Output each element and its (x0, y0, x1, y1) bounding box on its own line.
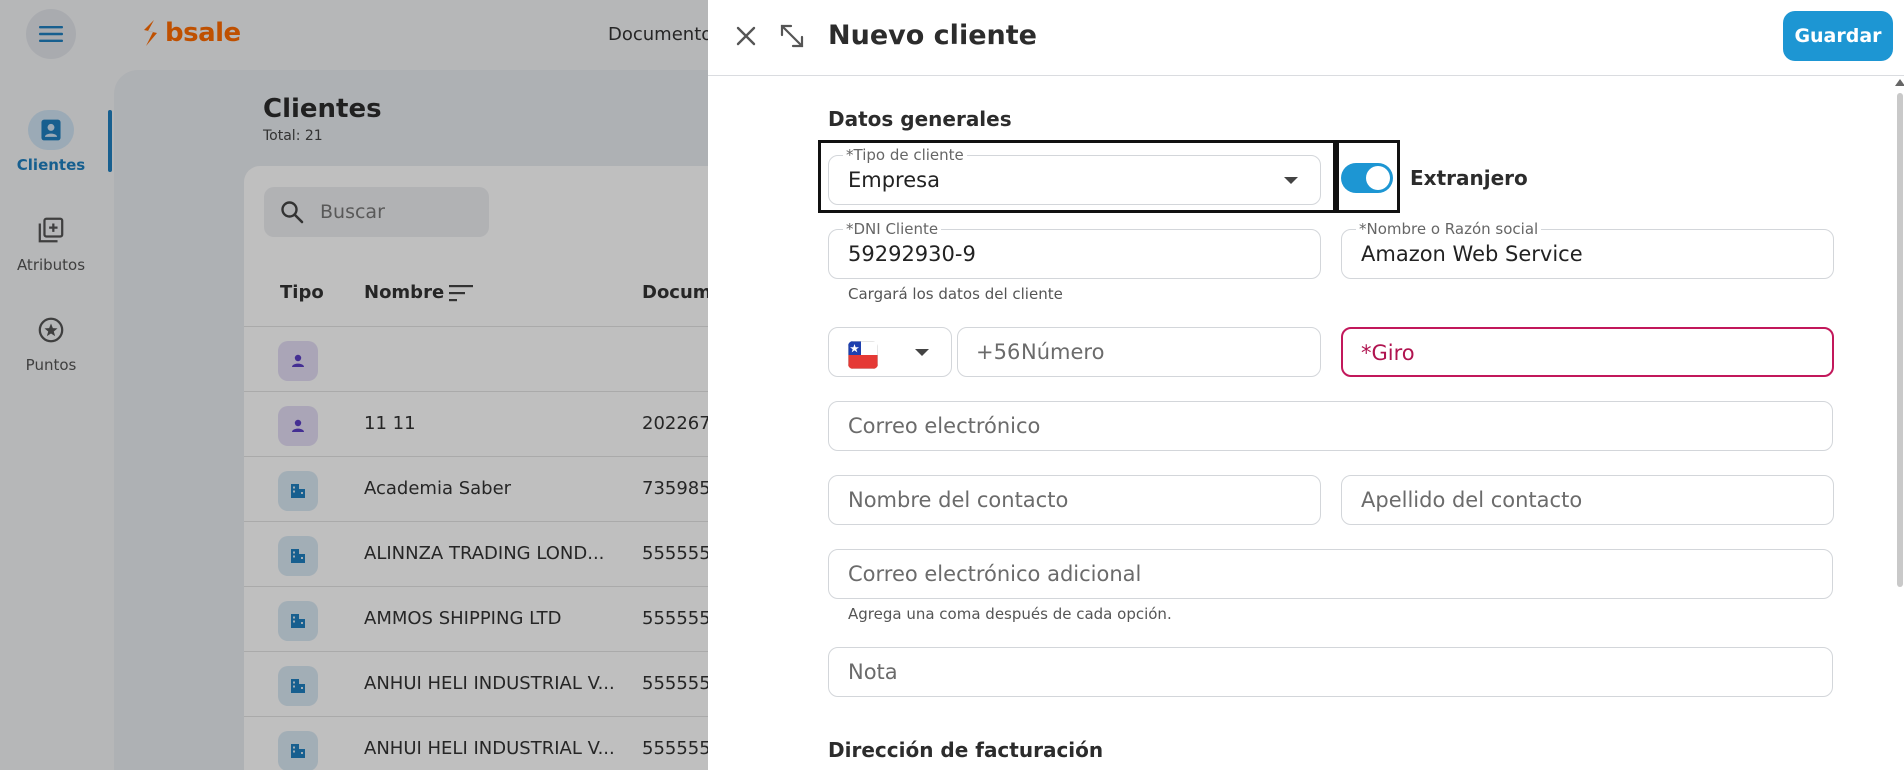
chile-flag-icon (848, 341, 878, 369)
tipo-cliente-label: *Tipo de cliente (843, 147, 967, 163)
additional-email-helper-text: Agrega una coma después de cada opción. (848, 605, 1172, 623)
contact-last-name-field[interactable]: Apellido del contacto (1341, 475, 1834, 525)
toggle-knob (1366, 166, 1390, 190)
dni-value: 59292930-9 (848, 242, 976, 266)
expand-icon (780, 24, 804, 48)
drawer-title: Nuevo cliente (828, 20, 1037, 51)
extranjero-toggle[interactable] (1341, 163, 1393, 193)
close-button[interactable] (730, 20, 762, 52)
contact-first-name-placeholder: Nombre del contacto (848, 488, 1069, 512)
additional-email-placeholder: Correo electrónico adicional (848, 562, 1142, 586)
close-icon (736, 26, 756, 46)
tipo-cliente-value: Empresa (848, 168, 940, 192)
save-button[interactable]: Guardar (1783, 11, 1893, 61)
razon-social-label: *Nombre o Razón social (1356, 221, 1542, 237)
phone-placeholder: Número (1021, 340, 1105, 364)
giro-placeholder: *Giro (1361, 341, 1415, 365)
note-field[interactable]: Nota (828, 647, 1833, 697)
email-placeholder: Correo electrónico (848, 414, 1041, 438)
dni-label: *DNI Cliente (843, 221, 942, 237)
phone-prefix: +56 (976, 340, 1021, 364)
tipo-cliente-select[interactable]: *Tipo de cliente Empresa (828, 147, 1321, 205)
country-code-select[interactable] (828, 327, 952, 377)
additional-email-field[interactable]: Correo electrónico adicional (828, 549, 1833, 599)
section-title-billing: Dirección de facturación (828, 738, 1104, 762)
scrollbar-thumb[interactable] (1897, 93, 1903, 587)
new-client-drawer: Nuevo cliente Guardar Datos generales *T… (708, 0, 1904, 770)
note-placeholder: Nota (848, 660, 898, 684)
caret-down-icon (915, 349, 929, 356)
razon-social-value: Amazon Web Service (1361, 242, 1583, 266)
drawer-header: Nuevo cliente Guardar (708, 0, 1904, 76)
contact-last-name-placeholder: Apellido del contacto (1361, 488, 1583, 512)
dni-field[interactable]: *DNI Cliente 59292930-9 (828, 221, 1321, 279)
section-title-general: Datos generales (828, 107, 1012, 131)
dni-helper-text: Cargará los datos del cliente (848, 285, 1063, 303)
giro-field[interactable]: *Giro (1341, 327, 1834, 377)
email-field[interactable]: Correo electrónico (828, 401, 1833, 451)
scroll-up-arrow-icon[interactable] (1895, 79, 1904, 86)
phone-field[interactable]: +56 Número (957, 327, 1321, 377)
extranjero-label: Extranjero (1410, 166, 1528, 190)
caret-down-icon (1284, 177, 1298, 184)
contact-first-name-field[interactable]: Nombre del contacto (828, 475, 1321, 525)
razon-social-field[interactable]: *Nombre o Razón social Amazon Web Servic… (1341, 221, 1834, 279)
expand-button[interactable] (776, 20, 808, 52)
